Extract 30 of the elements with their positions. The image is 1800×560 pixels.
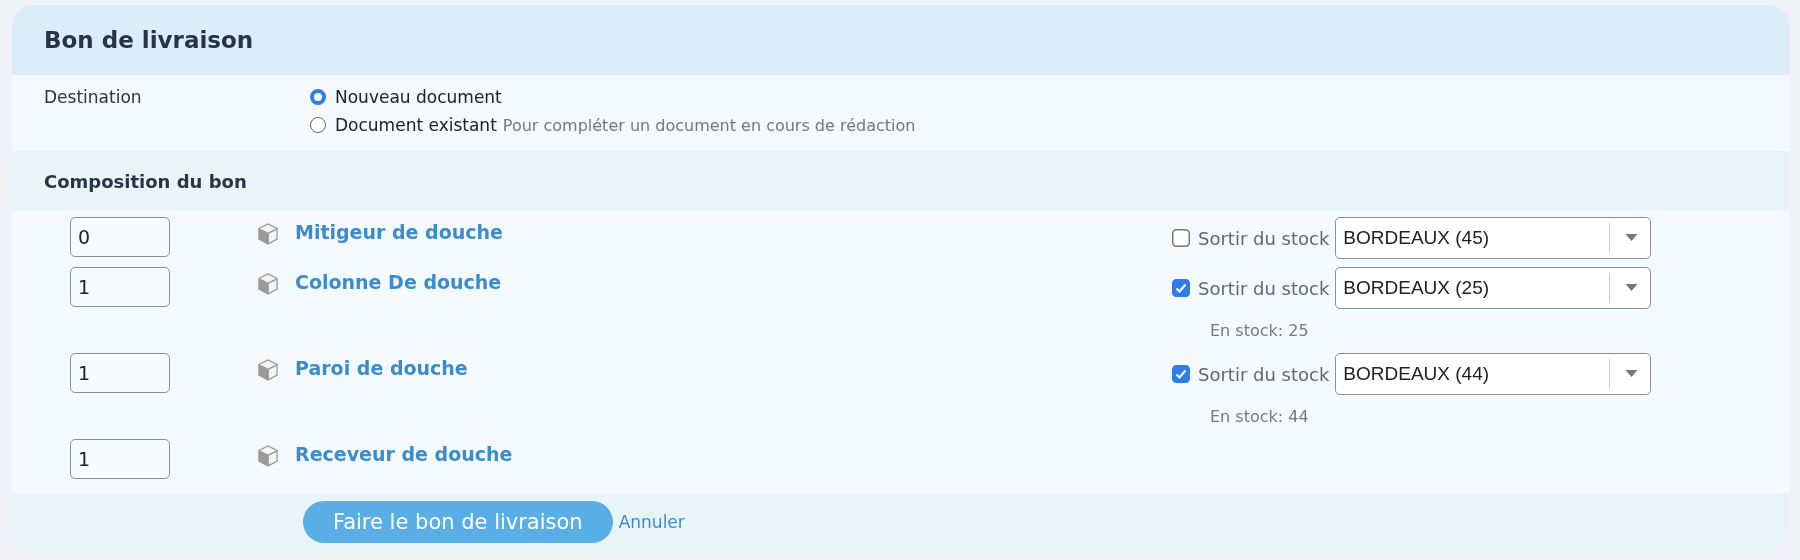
quantity-field[interactable]: 1 [70,439,170,479]
field-label: Destination [44,87,143,109]
stock-count: En stock: 25 [1210,321,1310,340]
quantity-field[interactable]: 0 [70,217,170,257]
checkbox-label[interactable]: Sortir du stock [1198,277,1330,299]
caret-icon [1625,284,1639,292]
option-hint: Pour compléter un document en cours de rédaction [502,115,916,135]
warehouse-select[interactable]: BORDEAUX (45) [1335,217,1652,259]
option-label[interactable]: Document existant [335,115,497,135]
caret-icon [1625,370,1639,378]
quantity-field[interactable]: 1 [70,353,170,393]
checkbox[interactable] [1172,279,1190,297]
checkbox-label[interactable]: Sortir du stock [1198,227,1330,249]
checkbox-label[interactable]: Sortir du stock [1198,363,1330,385]
warehouse-select[interactable]: BORDEAUX (44) [1335,353,1652,395]
checkbox[interactable] [1172,229,1190,247]
checkbox[interactable] [1172,365,1190,383]
option-label[interactable]: Nouveau document [335,87,502,107]
form-title: Bon de livraison [44,27,254,53]
quantity-field[interactable]: 1 [70,267,170,307]
warehouse-select[interactable]: BORDEAUX (25) [1335,267,1652,309]
radio-button[interactable] [310,89,326,105]
radio-button[interactable] [310,117,326,133]
box-icon [255,443,281,469]
box-icon [255,357,281,383]
box-icon [255,221,281,247]
box-icon [255,271,281,297]
section-title: Composition du bon [44,170,247,192]
stock-count: En stock: 44 [1210,407,1310,426]
caret-icon [1625,234,1639,242]
